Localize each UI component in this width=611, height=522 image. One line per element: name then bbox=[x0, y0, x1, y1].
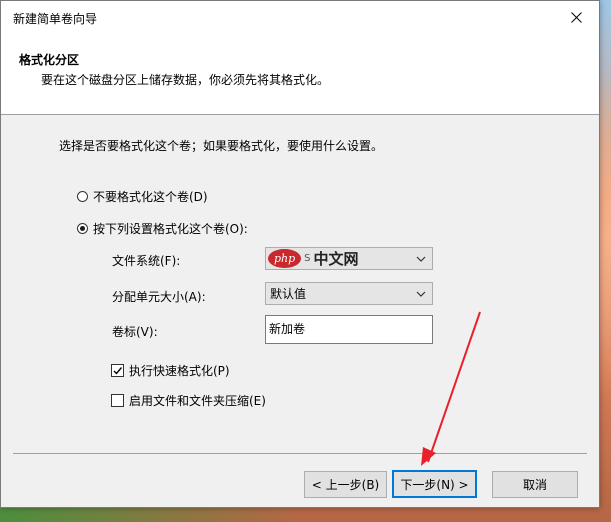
title-bar: 新建简单卷向导 bbox=[1, 1, 599, 33]
radio-circle-selected[interactable] bbox=[77, 223, 88, 234]
filesystem-select[interactable] bbox=[265, 247, 433, 270]
instruction-text: 选择是否要格式化这个卷；如果要格式化，要使用什么设置。 bbox=[59, 139, 384, 153]
footer-separator bbox=[13, 453, 587, 454]
next-button[interactable]: 下一步(N) > bbox=[392, 470, 477, 498]
new-simple-volume-wizard-dialog: 新建简单卷向导 格式化分区 要在这个磁盘分区上储存数据，你必须先将其格式化。 选… bbox=[0, 0, 600, 508]
close-button[interactable] bbox=[553, 1, 599, 33]
cancel-button[interactable]: 取消 bbox=[492, 471, 578, 498]
next-button-label: 下一步(N) > bbox=[400, 477, 469, 492]
volume-label-value: 新加卷 bbox=[269, 322, 306, 336]
compression-checkbox-row[interactable]: 启用文件和文件夹压缩(E) bbox=[111, 392, 266, 409]
radio-format-label: 按下列设置格式化这个卷(O): bbox=[93, 222, 248, 236]
chevron-down-icon bbox=[416, 291, 426, 297]
compression-label: 启用文件和文件夹压缩(E) bbox=[129, 394, 266, 408]
volume-label-input[interactable]: 新加卷 bbox=[265, 315, 433, 344]
quick-format-checkbox[interactable] bbox=[111, 364, 124, 377]
volume-label-label: 卷标(V): bbox=[112, 325, 158, 339]
compression-checkbox[interactable] bbox=[111, 394, 124, 407]
quick-format-label: 执行快速格式化(P) bbox=[129, 364, 230, 378]
quick-format-checkbox-row[interactable]: 执行快速格式化(P) bbox=[111, 362, 230, 379]
allocation-select[interactable]: 默认值 bbox=[265, 282, 433, 305]
radio-no-format-label: 不要格式化这个卷(D) bbox=[93, 190, 208, 204]
chevron-down-icon bbox=[416, 256, 426, 262]
window-title: 新建简单卷向导 bbox=[13, 12, 98, 26]
cancel-button-label: 取消 bbox=[522, 478, 547, 492]
wizard-header: 格式化分区 要在这个磁盘分区上储存数据，你必须先将其格式化。 bbox=[1, 33, 599, 115]
close-icon bbox=[570, 11, 582, 23]
allocation-label: 分配单元大小(A): bbox=[112, 290, 206, 304]
checkmark-icon bbox=[113, 367, 123, 375]
radio-format[interactable]: 按下列设置格式化这个卷(O): bbox=[77, 220, 248, 237]
radio-circle[interactable] bbox=[77, 191, 88, 202]
radio-no-format[interactable]: 不要格式化这个卷(D) bbox=[77, 188, 208, 205]
filesystem-label: 文件系统(F): bbox=[112, 254, 181, 268]
allocation-value: 默认值 bbox=[270, 287, 307, 301]
back-button-label: < 上一步(B) bbox=[311, 478, 380, 492]
header-title: 格式化分区 bbox=[19, 53, 80, 67]
back-button[interactable]: < 上一步(B) bbox=[304, 471, 387, 498]
header-subtitle: 要在这个磁盘分区上储存数据，你必须先将其格式化。 bbox=[41, 73, 330, 87]
